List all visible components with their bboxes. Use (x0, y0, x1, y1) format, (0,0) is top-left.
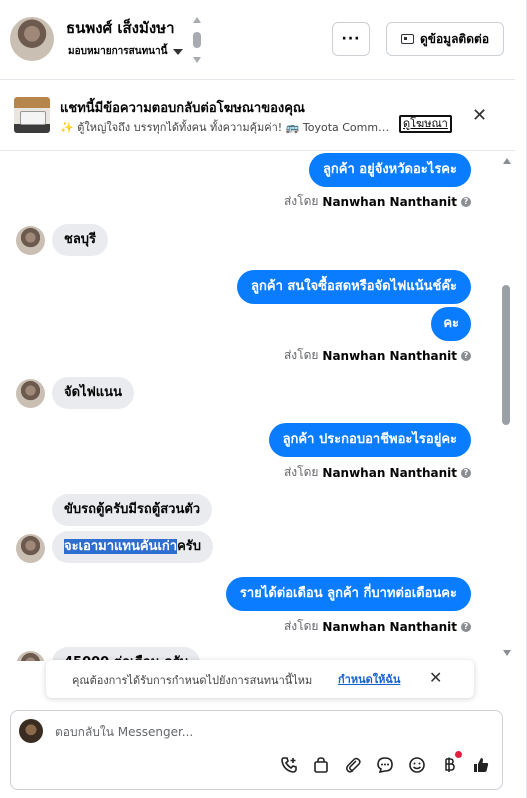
sender-name: Nanwhan Nanthanit (322, 348, 457, 363)
conversation-panel: ธนพงศ์ เส็งมังษา มอบหมายการสนทนานี้ ··· … (0, 0, 527, 798)
notification-dot (455, 751, 462, 758)
contact-avatar-small[interactable] (16, 651, 45, 661)
view-contact-info-button[interactable]: ดูข้อมูลติดต่อ (386, 22, 504, 56)
sender-name: Nanwhan Nanthanit (322, 465, 457, 480)
selected-text: จะเอามาแทนคันเก่า (64, 539, 178, 554)
info-icon[interactable]: ? (461, 196, 471, 207)
shopping-bag-icon[interactable] (311, 755, 331, 775)
view-ad-link[interactable]: ดูโฆษณา (399, 115, 452, 133)
scroll-down-icon[interactable] (503, 650, 511, 656)
contact-avatar-small[interactable] (16, 226, 45, 255)
paperclip-icon[interactable] (343, 755, 363, 775)
sent-by-label: ส่งโดย Nanwhan Nanthanit ? (284, 617, 471, 636)
outgoing-message[interactable]: ลูกค้า สนใจซื้อสดหรือจัดไฟแน้นช์ค๊ะ (237, 270, 471, 304)
sent-by-prefix: ส่งโดย (283, 348, 319, 362)
assign-prompt-toast: คุณต้องการได้รับการกำหนดไปยังการสนทนานี้… (46, 660, 474, 698)
outgoing-message[interactable]: ลูกค้า อยู่จังหวัดอะไรคะ (308, 153, 471, 187)
conversation-stepper[interactable] (191, 17, 203, 63)
close-banner-icon[interactable]: ✕ (472, 105, 487, 126)
reply-input[interactable] (55, 723, 455, 741)
incoming-message[interactable]: ขับรถตู้ครับมีรถตู้สวนตัว (52, 494, 213, 526)
outgoing-message[interactable]: ลูกค้า ประกอบอาชีพอะไรอยู่คะ (268, 423, 471, 457)
outgoing-message[interactable]: คะ (431, 307, 471, 341)
sent-by-prefix: ส่งโดย (283, 465, 319, 479)
sender-name: Nanwhan Nanthanit (322, 619, 457, 634)
sent-by-label: ส่งโดย Nanwhan Nanthanit ? (284, 192, 471, 211)
contact-card-icon (400, 34, 414, 44)
info-icon[interactable]: ? (461, 621, 471, 632)
contact-name[interactable]: ธนพงศ์ เส็งมังษา (66, 16, 175, 40)
scroll-up-icon[interactable] (503, 158, 511, 164)
message-text: ครับ (177, 539, 201, 554)
scrollbar-thumb[interactable] (502, 285, 510, 425)
more-options-button[interactable]: ··· (332, 22, 370, 56)
assign-prompt-text: คุณต้องการได้รับการกำหนดไปยังการสนทนานี้… (72, 674, 313, 687)
caret-down-icon (173, 48, 184, 55)
contact-avatar[interactable] (10, 17, 54, 61)
baht-icon[interactable] (439, 755, 459, 775)
ad-reply-banner: แชทนี้มีข้อความตอบกลับต่อโฆษณาของคุณ ✨ ต… (0, 81, 515, 151)
incoming-message[interactable]: จะเอามาแทนคันเก่าครับ (52, 531, 213, 563)
chevron-up-icon[interactable] (193, 17, 201, 23)
assign-dropdown[interactable]: มอบหมายการสนทนานี้ (68, 44, 184, 59)
assign-label: มอบหมายการสนทนานี้ (68, 46, 168, 57)
incoming-message[interactable]: 45000 ต่อเดือน ครับ (52, 647, 201, 661)
sent-by-prefix: ส่งโดย (283, 619, 319, 633)
close-icon[interactable]: ✕ (429, 668, 442, 687)
contact-avatar-small[interactable] (16, 534, 45, 563)
message-composer (10, 710, 503, 790)
conversation-header: ธนพงศ์ เส็งมังษา มอบหมายการสนทนานี้ ··· … (0, 0, 515, 80)
incoming-message[interactable]: ชลบุรี (52, 224, 109, 256)
phone-plus-icon[interactable] (279, 755, 299, 775)
sent-by-label: ส่งโดย Nanwhan Nanthanit ? (284, 346, 471, 365)
info-icon[interactable]: ? (461, 467, 471, 478)
info-icon[interactable]: ? (461, 350, 471, 361)
page-avatar (19, 719, 43, 743)
chat-bubble-icon[interactable] (375, 755, 395, 775)
view-contact-info-label: ดูข้อมูลติดต่อ (419, 31, 490, 46)
sender-name: Nanwhan Nanthanit (322, 194, 457, 209)
ad-banner-title: แชทนี้มีข้อความตอบกลับต่อโฆษณาของคุณ (60, 101, 305, 116)
ad-thumbnail (14, 97, 50, 133)
thumbs-up-icon[interactable] (471, 755, 491, 775)
outgoing-message[interactable]: รายได้ต่อเดือน ลูกค้า กี่บาทต่อเดือนคะ (225, 577, 471, 611)
stepper-handle[interactable] (193, 32, 201, 48)
emoji-icon[interactable] (407, 755, 427, 775)
message-list: ลูกค้า อยู่จังหวัดอะไรคะ ส่งโดย Nanwhan … (0, 153, 500, 661)
sent-by-prefix: ส่งโดย (283, 194, 319, 208)
incoming-message[interactable]: จัดไฟแนน (52, 377, 134, 409)
ad-banner-subtext: ✨ ตู้ใหญ่ใจถึง บรรทุกได้ทั้งคน ทั้งความค… (60, 121, 396, 134)
sent-by-label: ส่งโดย Nanwhan Nanthanit ? (284, 463, 471, 482)
assign-to-me-link[interactable]: กำหนดให้ฉัน (338, 670, 400, 688)
contact-avatar-small[interactable] (16, 379, 45, 408)
chevron-down-icon[interactable] (193, 57, 201, 63)
